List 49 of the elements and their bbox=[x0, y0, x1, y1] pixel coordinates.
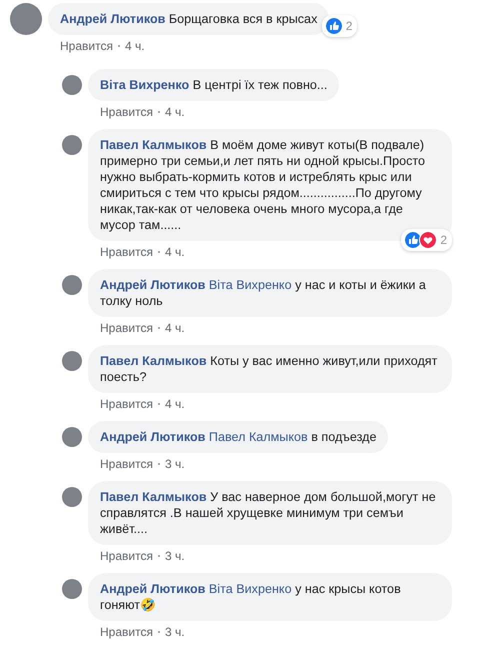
author-link[interactable]: Павел Калмыков bbox=[100, 490, 207, 504]
reaction-count: 2 bbox=[346, 19, 354, 33]
comment-time[interactable]: 3 ч. bbox=[164, 549, 185, 563]
author-link[interactable]: Павел Калмыков bbox=[100, 354, 207, 368]
comment-time[interactable]: 4 ч. bbox=[164, 245, 185, 259]
reaction-badge[interactable]: 2 bbox=[401, 229, 452, 251]
like-link[interactable]: Нравится bbox=[100, 549, 153, 563]
comment-text: Віта Вихренко В центрі їх теж повно... bbox=[100, 77, 328, 93]
avatar-placeholder[interactable] bbox=[62, 275, 82, 295]
like-link[interactable]: Нравится bbox=[100, 321, 153, 335]
comment-time[interactable]: 4 ч. bbox=[164, 105, 185, 119]
author-link[interactable]: Андрей Лютиков bbox=[100, 278, 206, 292]
author-link[interactable]: Віта Вихренко bbox=[100, 78, 190, 92]
like-link[interactable]: Нравится bbox=[100, 105, 153, 119]
thumbs-up-icon bbox=[324, 17, 343, 35]
like-link[interactable]: Нравится bbox=[100, 397, 153, 411]
avatar-placeholder[interactable] bbox=[62, 135, 82, 155]
like-link[interactable]: Нравится bbox=[100, 625, 153, 639]
avatar-placeholder[interactable] bbox=[62, 579, 82, 599]
comment-text: Павел Калмыков У вас наверное дом большой,могут не справлятся .В нашей хрущевке минимум три семъи живёт.... bbox=[100, 489, 437, 537]
avatar-placeholder[interactable] bbox=[62, 75, 82, 95]
heart-icon bbox=[419, 231, 438, 249]
avatar-placeholder[interactable] bbox=[62, 487, 82, 507]
mention-link[interactable]: Павел Калмыков bbox=[208, 430, 308, 444]
mention-link[interactable]: Віта Вихренко bbox=[208, 582, 292, 596]
comment-text: Андрей Лютиков Віта Вихренко у нас крысы котов гоняют🤣 bbox=[100, 581, 402, 613]
comment-text: Павел Калмыков Коты у вас именно живут,или приходят поесть? bbox=[100, 353, 438, 385]
comment-text: Андрей Лютиков Борщаговка вся в крысах bbox=[60, 11, 318, 27]
author-link[interactable]: Андрей Лютиков bbox=[100, 582, 206, 596]
author-link[interactable]: Андрей Лютиков bbox=[100, 430, 206, 444]
reaction-count: 2 bbox=[440, 233, 448, 247]
like-link[interactable]: Нравится bbox=[100, 457, 153, 471]
avatar-placeholder[interactable] bbox=[62, 351, 82, 371]
reaction-badge[interactable]: 2 bbox=[322, 15, 358, 37]
comment-time[interactable]: 4 ч. bbox=[164, 397, 185, 411]
like-link[interactable]: Нравится bbox=[100, 245, 153, 259]
comment-time[interactable]: 3 ч. bbox=[164, 625, 185, 639]
comment-time[interactable]: 4 ч. bbox=[164, 321, 185, 335]
author-link[interactable]: Андрей Лютиков bbox=[60, 12, 166, 26]
comment-time[interactable]: 4 ч. bbox=[124, 39, 145, 53]
like-link[interactable]: Нравится bbox=[60, 39, 113, 53]
comment-text: Андрей Лютиков Віта Вихренко у нас и коты и ёжики а толку ноль bbox=[100, 277, 427, 309]
mention-link[interactable]: Віта Вихренко bbox=[208, 278, 292, 292]
comment-time[interactable]: 3 ч. bbox=[164, 457, 185, 471]
author-link[interactable]: Павел Калмыков bbox=[100, 138, 207, 152]
avatar-placeholder[interactable] bbox=[10, 3, 42, 35]
avatar-placeholder[interactable] bbox=[62, 427, 82, 447]
thumbs-up-icon bbox=[404, 231, 422, 249]
comment-text: Андрей Лютиков Павел Калмыков в подъезде bbox=[100, 429, 376, 445]
